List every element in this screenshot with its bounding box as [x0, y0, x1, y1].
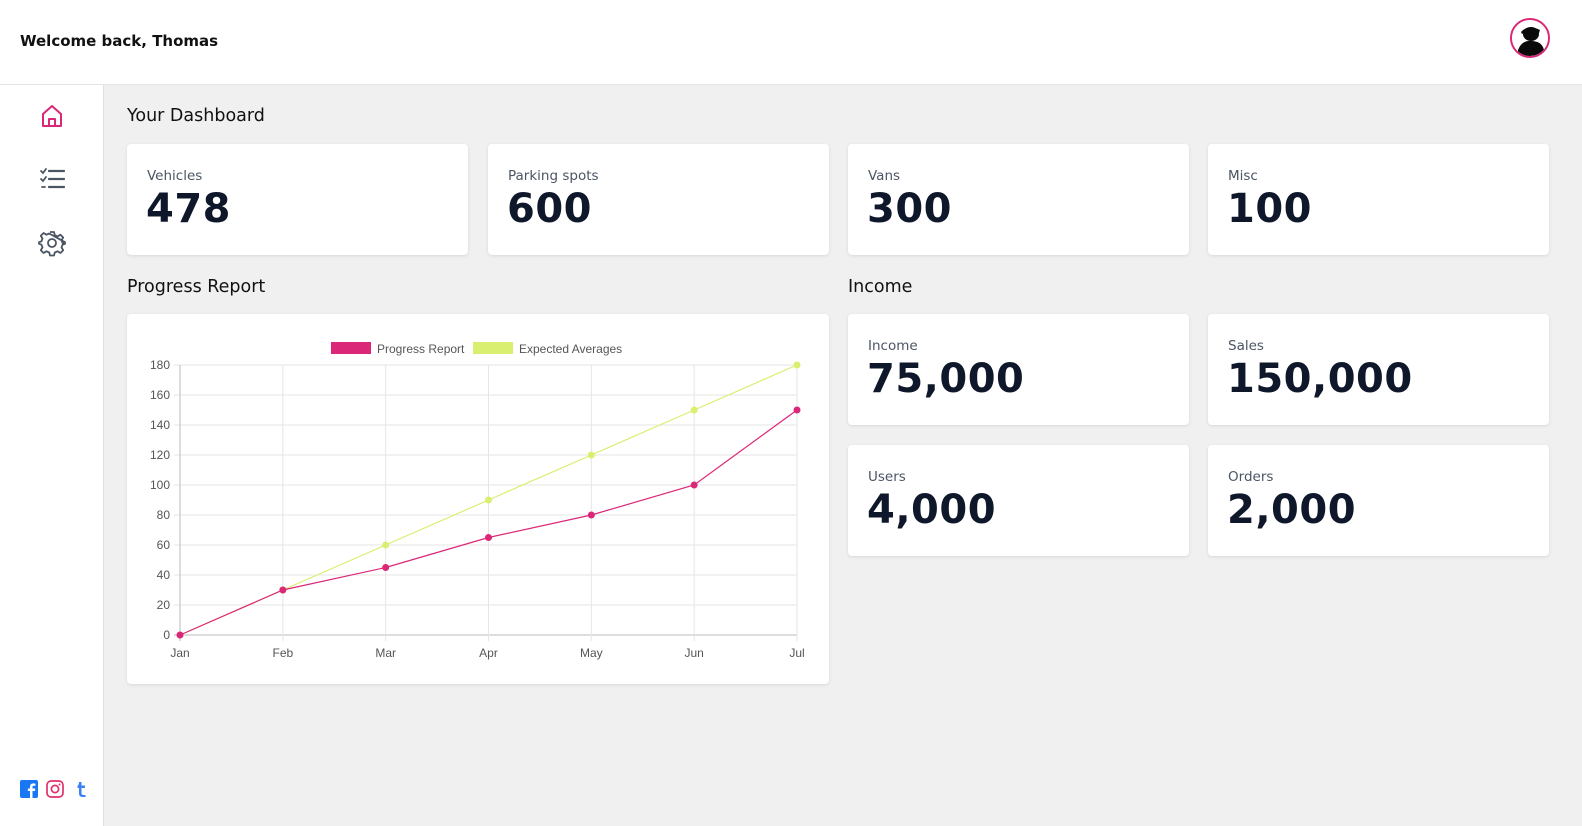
legend-label: Expected Averages — [519, 342, 622, 356]
stat-card-parking-spots: Parking spots 600 — [488, 144, 829, 255]
y-tick-label: 140 — [150, 418, 170, 432]
y-tick-label: 180 — [150, 358, 170, 372]
stat-label: Vehicles — [147, 168, 203, 184]
data-point — [176, 631, 184, 639]
gear-icon[interactable] — [38, 229, 66, 257]
stat-label: Income — [868, 338, 918, 354]
income-title: Income — [848, 277, 913, 297]
data-point — [382, 564, 390, 571]
legend-label: Progress Report — [377, 342, 465, 356]
stat-value: 600 — [507, 186, 592, 232]
stat-value: 478 — [146, 186, 231, 232]
legend-swatch — [473, 342, 513, 354]
checklist-icon[interactable] — [38, 165, 66, 193]
y-tick-label: 40 — [157, 568, 171, 582]
stat-label: Misc — [1228, 168, 1258, 184]
stat-label: Parking spots — [508, 168, 599, 184]
stat-value: 2,000 — [1227, 487, 1357, 533]
stat-label: Users — [868, 469, 906, 485]
stat-value: 150,000 — [1227, 356, 1413, 402]
legend-swatch — [331, 342, 371, 354]
data-point — [587, 511, 595, 519]
sidebar — [0, 85, 104, 826]
instagram-icon[interactable] — [46, 780, 66, 800]
stat-card-misc: Misc 100 — [1208, 144, 1549, 255]
x-tick-label: Apr — [479, 646, 498, 660]
progress-report-title: Progress Report — [127, 277, 266, 297]
data-point — [485, 496, 492, 504]
stat-card-income: Income 75,000 — [848, 314, 1189, 425]
x-tick-label: May — [580, 646, 603, 660]
user-avatar-icon — [1512, 20, 1548, 56]
stat-card-orders: Orders 2,000 — [1208, 445, 1549, 556]
data-point — [382, 541, 390, 549]
progress-chart-card: 0 20 40 60 80 100 120 140 160 180 Jan Feb Mar Apr May J… — [127, 314, 829, 684]
main-content: Your Dashboard Vehicles 478 Parking spot… — [104, 85, 1582, 826]
y-tick-label: 60 — [157, 538, 171, 552]
data-point — [587, 451, 595, 459]
home-icon[interactable] — [38, 102, 66, 130]
top-bar: Welcome back, Thomas — [0, 0, 1582, 85]
stat-label: Vans — [868, 168, 901, 184]
data-point — [690, 481, 698, 489]
stat-value: 75,000 — [867, 356, 1025, 402]
dashboard-title: Your Dashboard — [127, 106, 265, 126]
avatar[interactable] — [1510, 18, 1550, 58]
stat-value: 100 — [1227, 186, 1312, 232]
x-tick-label: Jun — [684, 646, 703, 660]
y-tick-label: 100 — [150, 478, 170, 492]
x-tick-label: Feb — [272, 646, 293, 660]
stat-card-sales: Sales 150,000 — [1208, 314, 1549, 425]
data-point — [485, 534, 492, 541]
x-tick-label: Jul — [789, 646, 804, 660]
welcome-message: Welcome back, Thomas — [20, 32, 219, 50]
x-tick-label: Mar — [375, 646, 396, 660]
data-point — [793, 361, 801, 369]
stat-card-vehicles: Vehicles 478 — [127, 144, 468, 255]
y-tick-label: 80 — [157, 508, 171, 522]
data-point — [690, 406, 698, 414]
data-point — [793, 406, 801, 414]
stat-label: Orders — [1228, 469, 1274, 485]
tumblr-icon[interactable] — [73, 780, 93, 800]
stat-value: 300 — [867, 186, 952, 232]
y-tick-label: 20 — [157, 598, 171, 612]
y-tick-label: 160 — [150, 388, 170, 402]
stat-value: 4,000 — [867, 487, 997, 533]
y-tick-label: 0 — [163, 628, 170, 642]
facebook-icon[interactable] — [20, 780, 40, 800]
x-tick-label: Jan — [170, 646, 189, 660]
stat-label: Sales — [1228, 338, 1264, 354]
stat-card-users: Users 4,000 — [848, 445, 1189, 556]
data-point — [279, 586, 287, 594]
y-tick-label: 120 — [150, 448, 170, 462]
stat-card-vans: Vans 300 — [848, 144, 1189, 255]
progress-chart: 0 20 40 60 80 100 120 140 160 180 Jan Feb Mar Apr May J… — [150, 342, 805, 660]
